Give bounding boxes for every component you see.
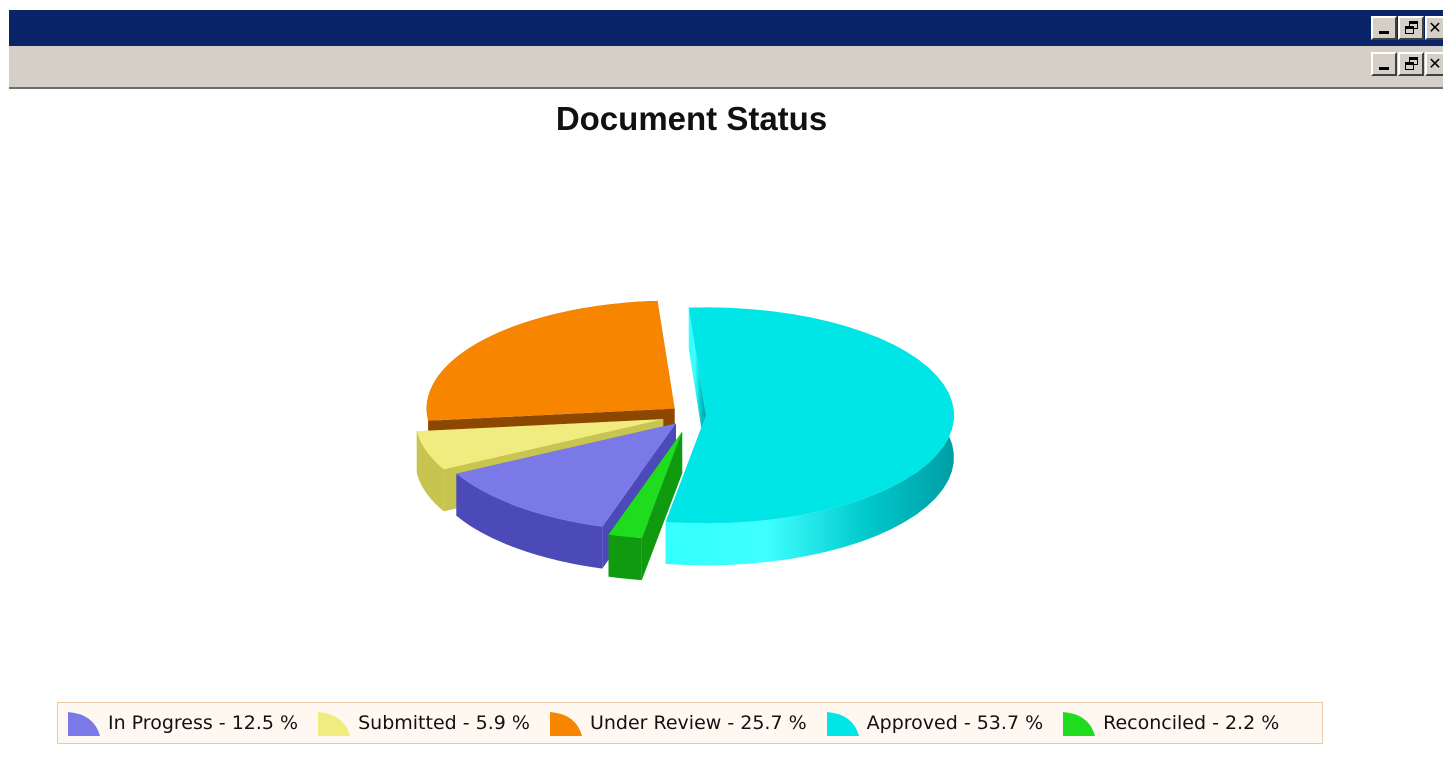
legend-item: In Progress - 12.5 % [64,708,298,738]
legend-label: In Progress - 12.5 % [108,712,299,734]
pie-slice-under-review [426,300,675,421]
pie-chart [416,300,954,581]
legend-label: Submitted - 5.9 % [358,712,530,734]
legend-item: Approved - 53.7 % [823,708,1043,738]
legend-swatch [68,712,100,736]
legend-item: Submitted - 5.9 % [314,708,530,738]
legend-label: Under Review - 25.7 % [589,712,807,734]
legend-item: Under Review - 25.7 % [546,708,807,738]
legend-swatch [826,712,859,736]
chart-legend: In Progress - 12.5 % Submitted - 5.9 % Und… [57,702,1323,744]
legend-swatch [1063,712,1096,736]
legend-label: Approved - 53.7 % [866,712,1044,734]
legend-swatch [318,712,351,736]
legend-label: Reconciled - 2.2 % [1103,712,1280,734]
legend-item: Reconciled - 2.2 % [1059,708,1279,738]
legend-swatch [549,712,582,736]
